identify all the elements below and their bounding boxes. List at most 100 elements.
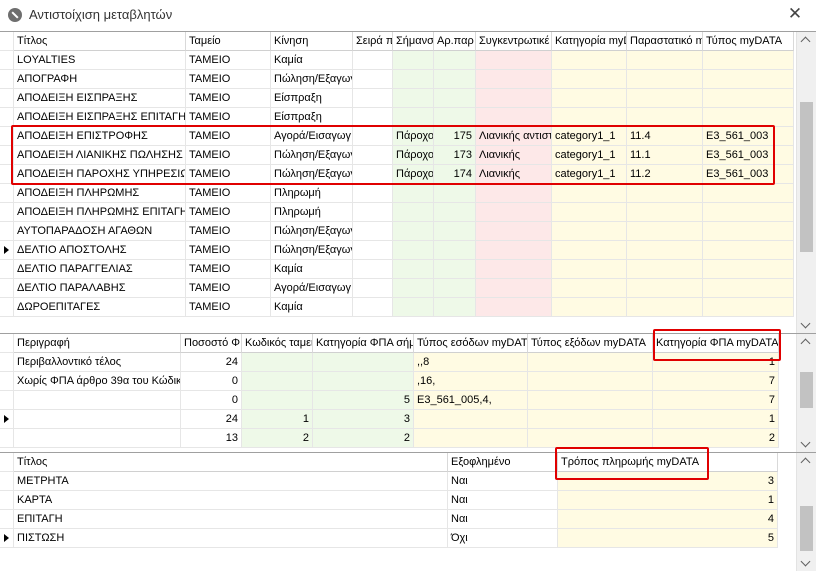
cell-doc-number[interactable] xyxy=(434,108,476,127)
cell-movement[interactable]: Πληρωμή xyxy=(271,203,353,222)
cell-vat-percent[interactable]: 24 xyxy=(181,353,242,372)
cell-doc-number[interactable] xyxy=(434,51,476,70)
column-header-vat-category-marking[interactable]: Κατηγορία ΦΠΑ σήμ xyxy=(313,334,414,353)
row-selector[interactable] xyxy=(0,429,14,448)
cell-expense-type[interactable] xyxy=(528,391,653,410)
cell-aggregate[interactable] xyxy=(476,70,552,89)
cell-mydata-category[interactable] xyxy=(552,108,627,127)
cell-movement[interactable]: Καμία xyxy=(271,260,353,279)
cell-description[interactable]: Περιβαλλοντικό τέλος xyxy=(14,353,181,372)
cell-mydata-category[interactable] xyxy=(552,89,627,108)
cell-income-type[interactable]: ,,8 xyxy=(414,353,528,372)
table-row[interactable]: LOYALTIES ΤΑΜΕΙΟ Καμία xyxy=(0,51,794,70)
cell-aggregate[interactable] xyxy=(476,184,552,203)
cell-aggregate[interactable]: Λιανικής αντιστ xyxy=(476,127,552,146)
cell-vat-category-mydata[interactable]: 1 xyxy=(653,410,779,429)
cell-title[interactable]: ΑΠΟΔΕΙΞΗ ΠΛΗΡΩΜΗΣ xyxy=(14,184,186,203)
cell-fund-code[interactable]: 1 xyxy=(242,410,313,429)
cell-movement[interactable]: Αγορά/Εισαγωγ xyxy=(271,279,353,298)
cell-mydata-type[interactable] xyxy=(703,51,794,70)
cell-series[interactable] xyxy=(353,203,393,222)
table-row[interactable]: ΔΕΛΤΙΟ ΠΑΡΑΛΑΒΗΣ ΤΑΜΕΙΟ Αγορά/Εισαγωγ xyxy=(0,279,794,298)
column-header-mydata-category[interactable]: Κατηγορία myD xyxy=(552,32,627,51)
cell-mydata-category[interactable] xyxy=(552,203,627,222)
cell-title[interactable]: ΕΠΙΤΑΓΗ xyxy=(14,510,448,529)
row-selector[interactable] xyxy=(0,89,14,108)
cell-doc-number[interactable] xyxy=(434,222,476,241)
cell-paid[interactable]: Ναι xyxy=(448,510,558,529)
cell-title[interactable]: ΠΙΣΤΩΣΗ xyxy=(14,529,448,548)
cell-series[interactable] xyxy=(353,298,393,317)
cell-fund[interactable]: ΤΑΜΕΙΟ xyxy=(186,70,271,89)
column-header-aggregate[interactable]: Συγκεντρωτικέ xyxy=(476,32,552,51)
table-row[interactable]: ΜΕΤΡΗΤΑ Ναι 3 xyxy=(0,472,794,491)
vertical-scrollbar[interactable] xyxy=(796,453,816,571)
cell-vat-category-mydata[interactable]: 1 xyxy=(653,353,779,372)
row-selector[interactable] xyxy=(0,241,14,260)
cell-vat-percent[interactable]: 0 xyxy=(181,391,242,410)
row-selector[interactable] xyxy=(0,279,14,298)
cell-mydata-document[interactable]: 11.4 xyxy=(627,127,703,146)
cell-fund[interactable]: ΤΑΜΕΙΟ xyxy=(186,203,271,222)
cell-movement[interactable]: Πώληση/Εξαγωγ xyxy=(271,70,353,89)
table-row[interactable]: ΚΑΡΤΑ Ναι 1 xyxy=(0,491,794,510)
table-row[interactable]: ΑΠΟΔΕΙΞΗ ΠΛΗΡΩΜΗΣ ΤΑΜΕΙΟ Πληρωμή xyxy=(0,184,794,203)
cell-expense-type[interactable] xyxy=(528,372,653,391)
table-row[interactable]: ΑΠΟΔΕΙΞΗ ΕΙΣΠΡΑΞΗΣ ΤΑΜΕΙΟ Είσπραξη xyxy=(0,89,794,108)
cell-doc-number[interactable] xyxy=(434,279,476,298)
row-selector[interactable] xyxy=(0,298,14,317)
cell-doc-number[interactable] xyxy=(434,203,476,222)
cell-aggregate[interactable] xyxy=(476,222,552,241)
cell-mydata-type[interactable] xyxy=(703,184,794,203)
cell-mydata-document[interactable] xyxy=(627,70,703,89)
cell-vat-percent[interactable]: 0 xyxy=(181,372,242,391)
cell-fund[interactable]: ΤΑΜΕΙΟ xyxy=(186,89,271,108)
cell-aggregate[interactable] xyxy=(476,89,552,108)
cell-series[interactable] xyxy=(353,222,393,241)
cell-vat-category-mydata[interactable]: 7 xyxy=(653,391,779,410)
cell-income-type[interactable]: E3_561_005,4, xyxy=(414,391,528,410)
cell-series[interactable] xyxy=(353,146,393,165)
column-header-fund[interactable]: Ταμείο xyxy=(186,32,271,51)
cell-mydata-type[interactable] xyxy=(703,89,794,108)
cell-movement[interactable]: Είσπραξη xyxy=(271,108,353,127)
scroll-thumb[interactable] xyxy=(800,506,813,551)
cell-mydata-document[interactable] xyxy=(627,241,703,260)
table-row[interactable]: ΑΠΟΔΕΙΞΗ ΠΛΗΡΩΜΗΣ ΕΠΙΤΑΓΗ ΤΑΜΕΙΟ Πληρωμή xyxy=(0,203,794,222)
cell-doc-number[interactable] xyxy=(434,298,476,317)
cell-title[interactable]: ΑΠΟΔΕΙΞΗ ΠΑΡΟΧΗΣ ΥΠΗΡΕΣΙΩΝ xyxy=(14,165,186,184)
cell-mydata-category[interactable] xyxy=(552,260,627,279)
cell-fund[interactable]: ΤΑΜΕΙΟ xyxy=(186,260,271,279)
cell-title[interactable]: ΔΕΛΤΙΟ ΠΑΡΑΓΓΕΛΙΑΣ xyxy=(14,260,186,279)
cell-marking[interactable] xyxy=(393,241,434,260)
cell-marking[interactable] xyxy=(393,89,434,108)
cell-description[interactable] xyxy=(14,429,181,448)
cell-mydata-category[interactable] xyxy=(552,222,627,241)
cell-vat-category-mydata[interactable]: 7 xyxy=(653,372,779,391)
cell-fund-code[interactable] xyxy=(242,391,313,410)
cell-mydata-type[interactable] xyxy=(703,203,794,222)
cell-payment-method[interactable]: 3 xyxy=(558,472,778,491)
cell-movement[interactable]: Είσπραξη xyxy=(271,89,353,108)
scroll-thumb[interactable] xyxy=(800,372,813,408)
cell-mydata-document[interactable] xyxy=(627,108,703,127)
scroll-down-icon[interactable] xyxy=(797,317,816,333)
row-selector[interactable] xyxy=(0,372,14,391)
row-selector[interactable] xyxy=(0,391,14,410)
column-header-vat-category-mydata[interactable]: Κατηγορία ΦΠΑ myDATA xyxy=(653,334,779,353)
cell-aggregate[interactable] xyxy=(476,241,552,260)
column-header-title[interactable]: Τίτλος xyxy=(14,32,186,51)
column-header-mydata-document[interactable]: Παραστατικό m xyxy=(627,32,703,51)
cell-mydata-document[interactable] xyxy=(627,260,703,279)
cell-aggregate[interactable] xyxy=(476,260,552,279)
table-row[interactable]: ΔΕΛΤΙΟ ΑΠΟΣΤΟΛΗΣ ΤΑΜΕΙΟ Πώληση/Εξαγωγ xyxy=(0,241,794,260)
column-header-description[interactable]: Περιγραφή xyxy=(14,334,181,353)
cell-marking[interactable] xyxy=(393,298,434,317)
cell-marking[interactable] xyxy=(393,279,434,298)
cell-mydata-category[interactable]: category1_1 xyxy=(552,165,627,184)
cell-income-type[interactable]: ,16, xyxy=(414,372,528,391)
cell-marking[interactable]: Πάροχο xyxy=(393,165,434,184)
cell-vat-percent[interactable]: 13 xyxy=(181,429,242,448)
cell-mydata-type[interactable] xyxy=(703,260,794,279)
table-row[interactable]: ΔΩΡΟΕΠΙΤΑΓΕΣ ΤΑΜΕΙΟ Καμία xyxy=(0,298,794,317)
